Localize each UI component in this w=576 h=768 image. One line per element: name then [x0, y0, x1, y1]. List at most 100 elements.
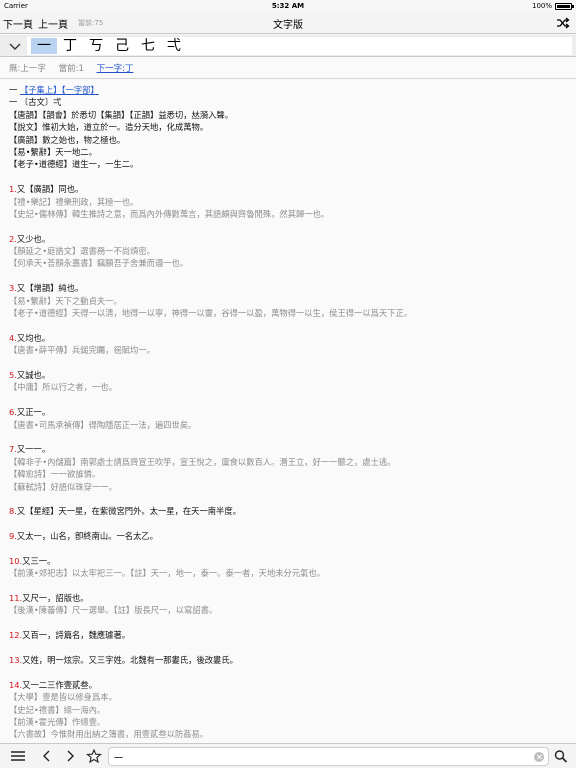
- citation-line: 【唐書•薛平傳】兵鎚完矚，徭賦均一。: [9, 345, 155, 356]
- bottom-toolbar: [0, 743, 576, 768]
- sense-number: 11.: [9, 593, 23, 604]
- citation-line: 【何承天•荅顏永嘉書】竊願吾子舍兼而遵一也。: [9, 258, 189, 269]
- definition-line: 【唐韻】【韻會】於悉切【集韻】【正韻】益悉切，𠀤漪入聲。: [9, 109, 234, 120]
- citation-line: 【大學】壹是皆以修身爲本。: [9, 692, 117, 703]
- sense-heading: 7.又一一。: [9, 443, 570, 455]
- sense-number: 10.: [9, 555, 23, 566]
- sense-heading: 2.又少也。: [9, 233, 570, 245]
- sense-number: 6.: [9, 407, 17, 418]
- previous-page-button[interactable]: 上一頁: [38, 16, 68, 31]
- sense-text: 又太一，山名，卽終南山。一名太乙。: [16, 531, 158, 542]
- sense-number: 12.: [9, 630, 23, 641]
- battery-percent: 100%: [531, 2, 552, 10]
- sense-number: 8.: [9, 506, 17, 517]
- entry-header: 一 【子集上】【一字部】: [9, 84, 570, 96]
- section-link[interactable]: 【子集上】: [20, 85, 62, 95]
- battery-icon: [555, 3, 574, 10]
- current-character-label: 當前:1: [58, 64, 84, 74]
- character-navigation: 無:上一字 當前:1 下一字:丁: [9, 62, 143, 74]
- character-selector-bar: 一丁丂己七弌: [0, 35, 576, 57]
- character-option[interactable]: 己: [109, 38, 135, 54]
- sense-number: 9.: [9, 531, 17, 542]
- character-option[interactable]: 一: [31, 38, 57, 54]
- divider: [0, 78, 576, 79]
- sense-heading: 11.又尺一，詔版也。: [9, 592, 570, 604]
- character-option[interactable]: 七: [135, 38, 161, 54]
- clear-icon[interactable]: [534, 752, 544, 762]
- sense-heading: 1.又【廣韻】同也。: [9, 183, 570, 195]
- sense-number: 1.: [9, 184, 17, 195]
- sense-text: 又【增韻】純也。: [16, 283, 84, 294]
- sense-heading: 9.又太一，山名，卽終南山。一名太乙。: [9, 530, 570, 542]
- character-option[interactable]: 丂: [83, 38, 109, 54]
- sense-heading: 10.又三一。: [9, 555, 570, 567]
- sense-heading: 3.又【增韻】純也。: [9, 282, 570, 294]
- character-list: 一丁丂己七弌: [27, 37, 572, 55]
- character-option[interactable]: 弌: [161, 38, 187, 54]
- citation-line: 【老子•道德經】天得一以淸，地得一以寧，神得一以靈，谷得一以盈，萬物得一以生，侯…: [9, 308, 413, 319]
- citation-line: 【蘇軾詩】好語似珠穿一一。: [9, 481, 117, 492]
- head-character: 一: [9, 85, 18, 95]
- definition-line: 【說文】惟初大始，道立於一。造分天地，化成萬物。: [9, 122, 209, 133]
- sense-text: 又姓，明一炫宗。又三字姓。北魏有一那婁氏，後改婁氏。: [22, 654, 238, 665]
- sense-text: 又一二三作壹貳叁。: [22, 679, 97, 690]
- definition-line: 【易•繫辭】天一地二。: [9, 146, 97, 157]
- sense-text: 又三一。: [22, 555, 56, 566]
- sense-text: 又【廣韻】同也。: [16, 184, 84, 195]
- sense-text: 又少也。: [16, 233, 51, 244]
- search-icon[interactable]: [553, 749, 569, 763]
- next-page-button[interactable]: 下一頁: [3, 16, 33, 31]
- sense-text: 又一一。: [16, 444, 51, 455]
- citation-line: 【後漢•陳蕃傳】尺一選舉。【註】版長尺一，以寫詔書。: [9, 605, 218, 616]
- sense-number: 4.: [9, 332, 17, 343]
- citation-line: 【易•繫辭】天下之動貞夫一。: [9, 295, 122, 306]
- menu-icon[interactable]: [10, 749, 26, 763]
- status-bar: Carrier 5:32 AM 100%: [0, 0, 576, 12]
- character-option[interactable]: 丁: [57, 38, 83, 54]
- chevron-down-icon[interactable]: [8, 40, 22, 52]
- definition-line: 【老子•道德經】道生一，一生二。: [9, 159, 139, 170]
- star-icon[interactable]: [86, 749, 102, 763]
- back-icon[interactable]: [39, 749, 55, 763]
- sense-heading: 6.又正一。: [9, 406, 570, 418]
- sense-text: 又誠也。: [16, 369, 51, 380]
- dictionary-content[interactable]: 無:上一字 當前:1 下一字:丁 一 【子集上】【一字部】 一 〔古文〕弌 【唐…: [0, 57, 576, 743]
- citation-line: 【史記•禮書】總一海內。: [9, 704, 106, 715]
- sense-heading: 12.又百一，詩篇名，魏應璩著。: [9, 629, 570, 641]
- status-time: 5:32 AM: [271, 2, 305, 10]
- sense-number: 13.: [9, 654, 23, 665]
- shuffle-icon[interactable]: [556, 16, 570, 30]
- sense-heading: 5.又誠也。: [9, 369, 570, 381]
- navigation-bar: 下一頁 上一頁 當前:75 文字版: [0, 12, 576, 34]
- sense-number: 2.: [9, 233, 17, 244]
- sense-text: 又百一，詩篇名，魏應璩著。: [22, 630, 131, 641]
- citation-line: 【前漢•霍光傳】作總壹。: [9, 716, 106, 727]
- search-input[interactable]: [114, 750, 524, 764]
- radical-link[interactable]: 【一字部】: [61, 85, 98, 95]
- dictionary-entry: 一 【子集上】【一字部】 一 〔古文〕弌 【唐韻】【韻會】於悉切【集韻】【正韻】…: [9, 84, 570, 741]
- next-character-link[interactable]: 下一字:丁: [97, 64, 134, 74]
- ancient-form: 一 〔古文〕弌: [9, 97, 62, 108]
- current-page-label: 當前:75: [78, 19, 104, 27]
- citation-line: 【韓非子•內儲篇】南郭處士請爲齊宣王吹竽，宣王悅之，廩食以數百人。湣王立，好一一…: [9, 456, 396, 467]
- citation-line: 【史記•儒林傳】韓生推詩之意，而爲內外傳數萬言，其語頗與齊魯閒殊，然其歸一也。: [9, 208, 330, 219]
- sense-number: 5.: [9, 369, 17, 380]
- sense-number: 3.: [9, 283, 17, 294]
- definition-line: 【廣韻】數之始也，物之極也。: [9, 134, 126, 145]
- citation-line: 【六書故】今惟財用出納之簿書，用壹貳叁以防姦易。: [9, 729, 209, 740]
- forward-icon[interactable]: [62, 749, 78, 763]
- citation-line: 【顏延之•庭誥文】選書務一不尚煩密。: [9, 246, 155, 257]
